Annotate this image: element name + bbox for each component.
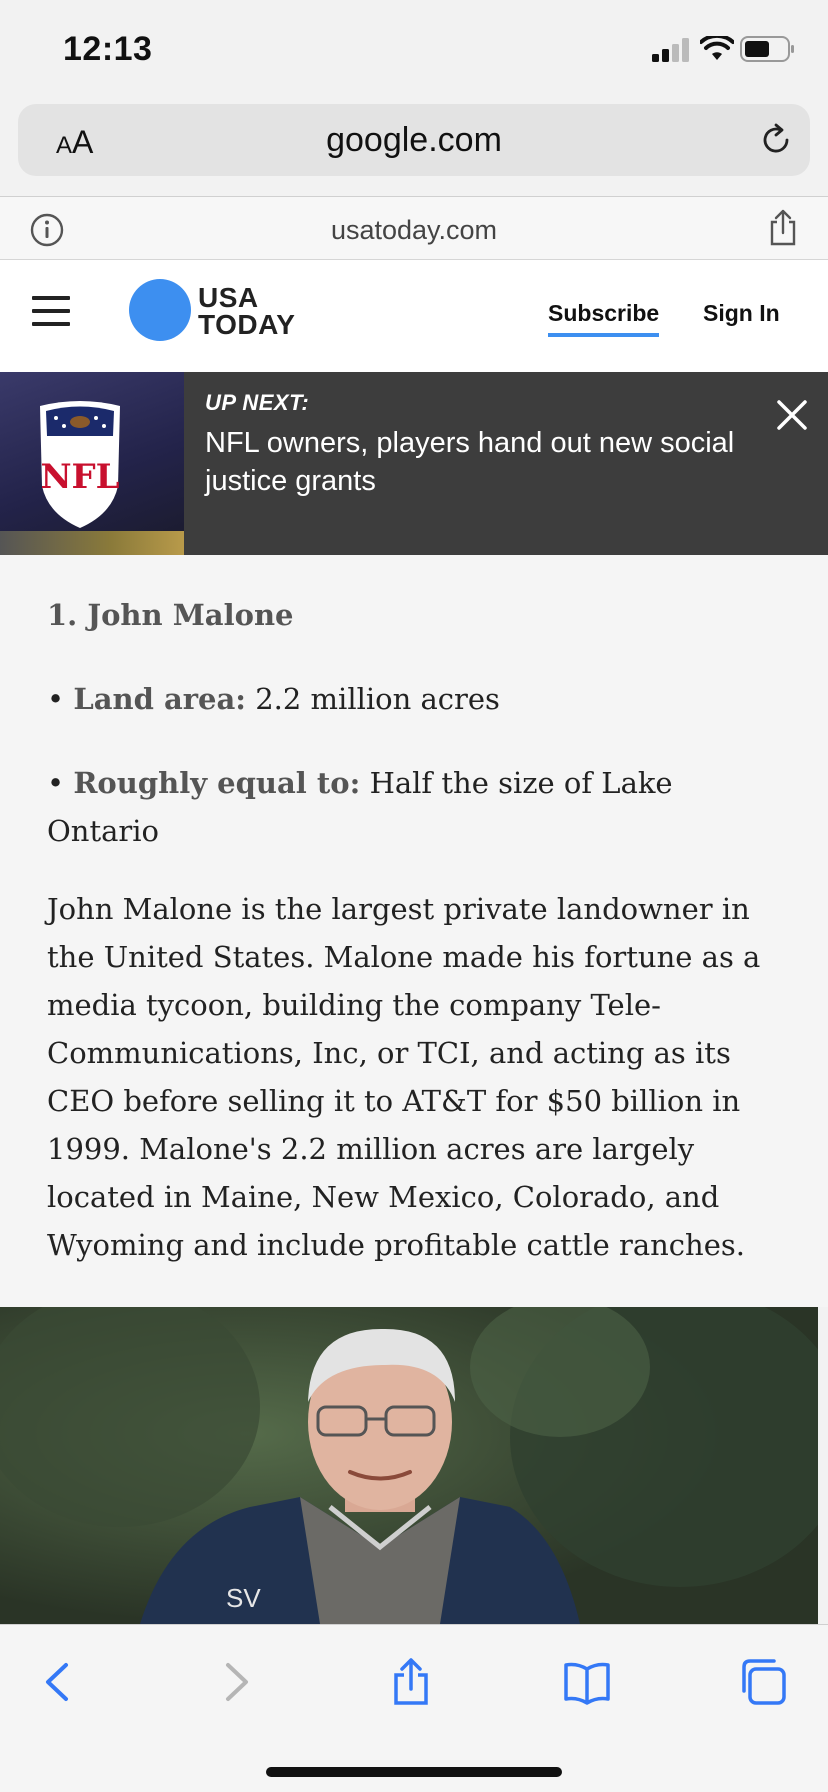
article-photo[interactable]: SV [0,1307,818,1624]
back-icon[interactable] [34,1657,84,1707]
forward-icon[interactable] [210,1657,260,1707]
home-indicator [266,1767,562,1777]
share-icon[interactable] [768,209,798,247]
url-text[interactable]: google.com [18,121,810,160]
share-icon[interactable] [386,1657,436,1707]
article-paragraph: John Malone is the largest private lando… [47,892,761,1262]
up-next-label: UP NEXT: [205,390,310,415]
cellular-signal-icon [652,38,689,62]
close-icon[interactable] [775,398,809,432]
logo-dot[interactable] [129,279,191,341]
wifi-icon [700,36,734,60]
battery-icon [740,36,794,62]
article-body: 1. John Malone • Land area: 2.2 million … [0,555,828,1307]
menu-icon[interactable] [32,296,70,326]
subscribe-link[interactable]: Subscribe [548,300,660,337]
site-logo[interactable]: USA TODAY [198,284,295,339]
site-info-bar: usatoday.com [0,196,828,260]
site-header: USA TODAY Subscribe Sign In [0,260,828,372]
nfl-shield-text: NFL [40,457,119,497]
up-next-banner[interactable]: NFL UP NEXT: NFL owners, players hand ou… [0,372,828,555]
browser-toolbar [0,1624,828,1792]
portrait-illustration: SV [0,1307,818,1624]
reload-icon[interactable] [758,122,794,158]
equal-to-line: • Roughly equal to: Half the size of Lak… [47,766,673,848]
up-next-thumbnail[interactable]: NFL [0,372,184,555]
article-heading: 1. John Malone [47,598,294,632]
nfl-shield-icon: NFL [40,401,120,528]
land-area-value: 2.2 million acres [255,682,500,716]
address-bar[interactable]: AA google.com [18,104,810,176]
shirt-text: SV [226,1583,261,1613]
site-domain: usatoday.com [330,215,498,245]
land-area-label: Land area: [73,682,246,716]
status-time: 12:13 [63,30,153,68]
status-bar: 12:13 [0,0,828,96]
bookmarks-icon[interactable] [562,1657,612,1707]
up-next-title[interactable]: NFL owners, players hand out new social … [205,424,745,500]
equal-to-label: Roughly equal to: [73,766,361,800]
tabs-icon[interactable] [738,1657,788,1707]
land-area-line: • Land area: 2.2 million acres [47,682,500,716]
sign-in-link[interactable]: Sign In [703,300,780,327]
